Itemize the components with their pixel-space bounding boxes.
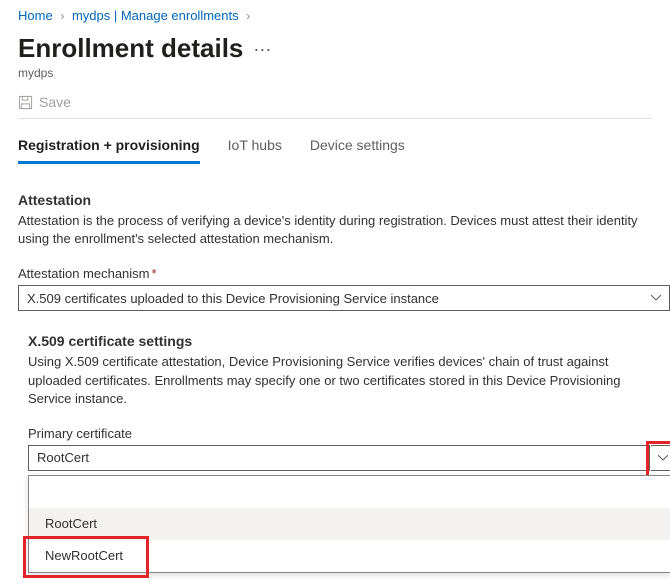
x509-description: Using X.509 certificate attestation, Dev… [28, 353, 648, 408]
attestation-mechanism-value: X.509 certificates uploaded to this Devi… [27, 291, 439, 306]
page-subtitle: mydps [18, 66, 652, 80]
chevron-down-icon [658, 455, 668, 461]
primary-certificate-select[interactable]: RootCert [28, 445, 650, 471]
primary-certificate-chevron-button[interactable] [651, 445, 670, 471]
save-icon [18, 95, 33, 110]
save-button[interactable]: Save [18, 94, 71, 110]
chevron-right-icon: › [60, 9, 64, 23]
dropdown-option-rootcert[interactable]: RootCert [29, 508, 670, 540]
more-icon[interactable]: ⋯ [253, 40, 271, 61]
tab-device-settings[interactable]: Device settings [310, 133, 405, 164]
primary-certificate-dropdown: RootCert NewRootCert [28, 475, 670, 573]
x509-heading: X.509 certificate settings [28, 333, 652, 349]
attestation-description: Attestation is the process of verifying … [18, 212, 638, 248]
chevron-down-icon [651, 293, 661, 304]
page-title: Enrollment details [18, 33, 243, 64]
tab-iot-hubs[interactable]: IoT hubs [228, 133, 282, 164]
breadcrumb: Home › mydps | Manage enrollments › [18, 8, 652, 23]
save-label: Save [39, 94, 71, 110]
breadcrumb-home[interactable]: Home [18, 8, 53, 23]
attestation-heading: Attestation [18, 192, 652, 208]
attestation-mechanism-select[interactable]: X.509 certificates uploaded to this Devi… [18, 285, 670, 311]
dropdown-option-newrootcert[interactable]: NewRootCert [29, 540, 670, 572]
attestation-mechanism-label: Attestation mechanism* [18, 266, 652, 281]
tab-bar: Registration + provisioning IoT hubs Dev… [18, 133, 652, 164]
command-bar: Save [18, 94, 652, 119]
tab-registration-provisioning[interactable]: Registration + provisioning [18, 133, 200, 164]
dropdown-blank-option[interactable] [29, 476, 670, 508]
chevron-right-icon: › [246, 9, 250, 23]
primary-certificate-label: Primary certificate [28, 426, 652, 441]
breadcrumb-mydps[interactable]: mydps | Manage enrollments [72, 8, 239, 23]
primary-certificate-value: RootCert [37, 450, 89, 465]
